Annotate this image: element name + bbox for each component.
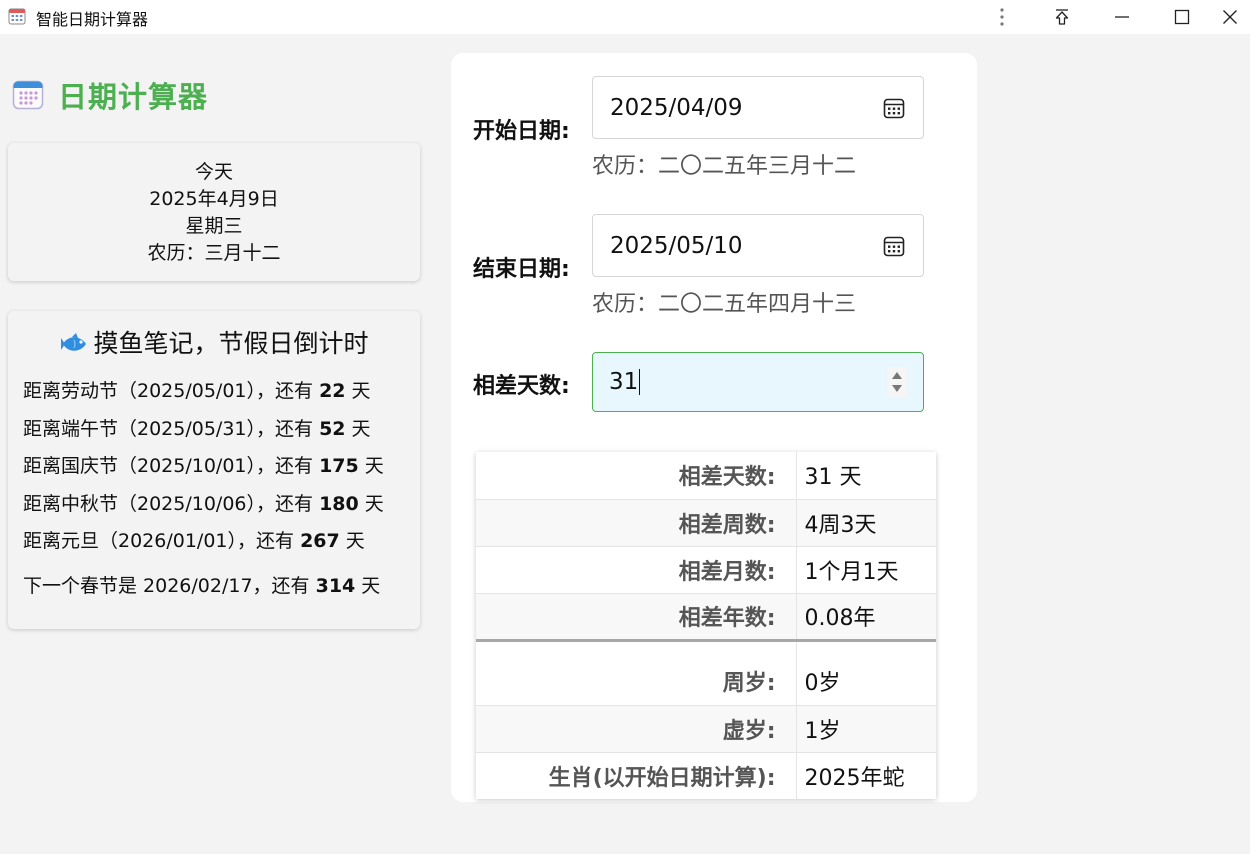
more-options-button[interactable] [982,0,1022,34]
holiday-days: 180 [319,492,359,515]
result-label: 相差天数: [476,452,797,500]
result-value: 1个月1天 [796,546,936,594]
holiday-card-title: 摸鱼笔记，节假日倒计时 [23,327,406,361]
today-lunar: 农历：三月十二 [147,242,281,264]
holiday-item: 距离中秋节（2025/10/06），还有 180 天 [23,492,384,515]
end-date-input[interactable]: 2025/05/10 [592,214,924,277]
table-row: 相差周数: 4周3天 [476,499,936,547]
title-bar: 智能日期计算器 [0,0,1250,34]
holiday-title-text: 摸鱼笔记，节假日倒计时 [93,329,369,358]
today-weekday: 星期三 [185,215,243,237]
table-row: 相差月数: 1个月1天 [476,546,936,594]
table-row: 生肖(以开始日期计算): 2025年蛇 [476,752,936,799]
calculator-panel: 开始日期: 2025/04/09 农历：二〇二五年三月十二 结束日期: 2025… [451,53,977,802]
start-date-value: 2025/04/09 [610,94,743,121]
result-value: 1岁 [796,705,936,753]
brand-header: 日期计算器 [12,77,209,114]
holiday-item: 距离国庆节（2025/10/01），还有 175 天 [23,455,384,477]
result-label: 相差月数: [476,546,797,594]
minimize-button[interactable] [1102,0,1142,34]
brand-title: 日期计算器 [58,80,209,114]
holiday-countdown-card: 摸鱼笔记，节假日倒计时 距离劳动节（2025/05/01），还有 22 天 距离… [8,311,420,629]
holiday-days: 175 [319,455,359,477]
result-value: 4周3天 [796,499,936,547]
maximize-button[interactable] [1162,0,1202,34]
number-spinner-icon[interactable] [887,367,907,397]
minimize-icon [1115,16,1129,18]
spring-festival-days: 314 [315,574,356,597]
result-label: 生肖(以开始日期计算): [476,752,797,799]
holiday-days: 267 [300,530,340,552]
kebab-menu-icon [1000,8,1004,26]
result-value: 2025年蛇 [804,765,905,791]
spring-festival-line: 下一个春节是 2026/02/17，还有 314 天 [23,574,381,597]
result-value: 0岁 [796,658,936,706]
today-label: 今天 [194,161,233,183]
table-row: 虚岁: 1岁 [476,705,936,753]
result-table: 相差天数: 31 天 相差周数: 4周3天 相差月数: 1个月1天 相差年数: … [476,452,936,799]
pin-up-arrow-icon [1055,9,1069,25]
close-icon [1223,10,1237,24]
holiday-item: 距离元旦（2026/01/01），还有 267 天 [23,530,365,552]
calendar-picker-icon[interactable] [883,97,905,119]
calendar-icon [12,80,44,110]
fish-icon [61,333,87,351]
pin-on-top-button[interactable] [1042,0,1082,34]
diff-days-value: 31 [609,369,639,395]
holiday-item: 距离端午节（2025/05/31），还有 52 天 [23,417,371,440]
end-date-label: 结束日期: [473,257,570,282]
holiday-days: 52 [319,417,346,440]
result-label: 虚岁: [476,705,797,753]
result-label: 相差周数: [476,499,797,547]
holiday-days: 22 [319,380,346,402]
today-date: 2025年4月9日 [149,188,279,210]
diff-days-input[interactable]: 31 [592,352,924,412]
window-title: 智能日期计算器 [36,10,149,29]
text-caret [639,369,641,395]
table-row: 相差年数: 0.08年 [476,593,936,642]
start-date-input[interactable]: 2025/04/09 [592,76,924,139]
result-value: 0.08年 [796,593,936,642]
end-date-lunar: 农历：二〇二五年四月十三 [592,292,857,317]
today-card: 今天 2025年4月9日 星期三 农历：三月十二 [8,143,420,281]
diff-days-label: 相差天数: [473,374,570,399]
maximize-icon [1174,9,1190,25]
holiday-item: 距离劳动节（2025/05/01），还有 22 天 [23,380,371,402]
close-button[interactable] [1210,0,1250,34]
result-label: 周岁: [476,658,797,706]
table-row: 相差天数: 31 天 [476,452,936,500]
start-date-label: 开始日期: [473,119,570,144]
calendar-picker-icon[interactable] [883,235,905,257]
result-value: 31 天 [796,452,936,500]
start-date-lunar: 农历：二〇二五年三月十二 [592,154,857,179]
calendar-app-icon [8,8,26,25]
end-date-value: 2025/05/10 [610,232,743,259]
table-spacer-row [476,640,936,658]
result-label: 相差年数: [476,593,797,642]
table-row: 周岁: 0岁 [476,658,936,706]
